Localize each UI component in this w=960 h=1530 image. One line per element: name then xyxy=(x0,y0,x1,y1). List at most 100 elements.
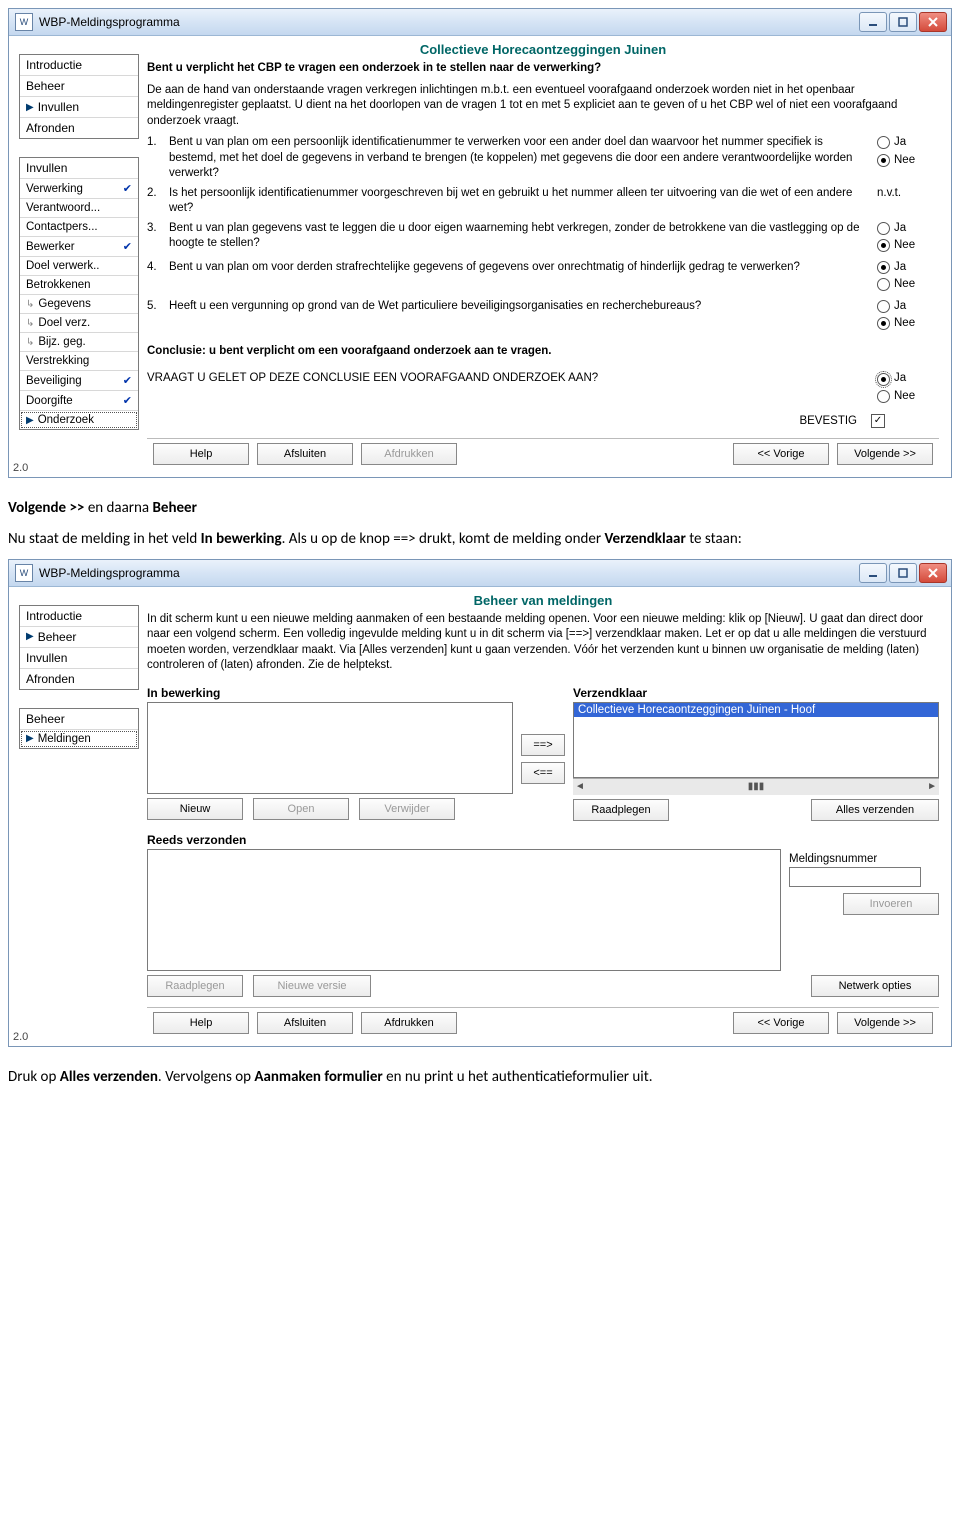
instruction-1: Volgende >> en daarna Beheer xyxy=(8,498,952,518)
final-ja[interactable]: Ja xyxy=(877,371,939,387)
afsluiten-button[interactable]: Afsluiten xyxy=(257,1012,353,1034)
final-nee[interactable]: Nee xyxy=(877,389,939,405)
netwerk-opties-button[interactable]: Netwerk opties xyxy=(811,975,939,997)
nav-main: Introductie ▶Beheer Invullen Afronden xyxy=(19,605,139,690)
nav-item-introductie[interactable]: Introductie xyxy=(20,606,138,627)
titlebar[interactable]: W WBP-Meldingsprogramma xyxy=(9,9,951,36)
q1-ja[interactable]: Ja xyxy=(877,135,939,151)
prev-button[interactable]: << Vorige xyxy=(733,1012,829,1034)
nav-item-beheer[interactable]: ▶Beheer xyxy=(20,627,138,648)
prev-button[interactable]: << Vorige xyxy=(733,443,829,465)
question-5: 5. Heeft u een vergunning op grond van d… xyxy=(147,299,939,334)
instruction-3: Druk op Alles verzenden. Vervolgens op A… xyxy=(8,1067,952,1087)
page-header: Beheer van meldingen xyxy=(147,591,939,612)
move-right-button[interactable]: ==> xyxy=(521,734,565,756)
nav-item-invullen[interactable]: ▶Invullen xyxy=(20,97,138,118)
nav-item-afronden[interactable]: Afronden xyxy=(20,669,138,689)
verwijder-button[interactable]: Verwijder xyxy=(359,798,455,820)
nav-item-invullen[interactable]: Invullen xyxy=(20,648,138,669)
nav-sub-beveiliging[interactable]: Beveiliging✔ xyxy=(20,371,138,391)
nav-item-introductie[interactable]: Introductie xyxy=(20,55,138,76)
raadplegen-button[interactable]: Raadplegen xyxy=(573,799,669,821)
check-icon: ✔ xyxy=(123,182,132,195)
q5-ja[interactable]: Ja xyxy=(877,299,939,315)
alles-verzenden-button[interactable]: Alles verzenden xyxy=(811,799,939,821)
open-button[interactable]: Open xyxy=(253,798,349,820)
nav-sub-bijzgeg[interactable]: ↳Bijz. geg. xyxy=(20,333,138,352)
afsluiten-button[interactable]: Afsluiten xyxy=(257,443,353,465)
nav-sub-meldingen[interactable]: ▶Meldingen xyxy=(20,730,138,748)
nav-main: Introductie Beheer ▶Invullen Afronden xyxy=(19,54,139,139)
nav-sub-onderzoek[interactable]: ▶Onderzoek xyxy=(20,411,138,429)
list-reeds-verzonden[interactable] xyxy=(147,849,781,971)
label-reeds-verzonden: Reeds verzonden xyxy=(147,833,939,847)
nav-sub-doelverwerk[interactable]: Doel verwerk.. xyxy=(20,257,138,276)
nieuw-button[interactable]: Nieuw xyxy=(147,798,243,820)
question-3: 3. Bent u van plan gegevens vast te legg… xyxy=(147,221,939,256)
window-title: WBP-Meldingsprogramma xyxy=(39,15,180,29)
list-verzendklaar[interactable]: Collectieve Horecaontzeggingen Juinen - … xyxy=(573,702,939,778)
q3-ja[interactable]: Ja xyxy=(877,221,939,237)
question-2: 2. Is het persoonlijk identificatienumme… xyxy=(147,186,939,217)
nav-sub-verantwoord[interactable]: Verantwoord... xyxy=(20,199,138,218)
meldingsnummer-input[interactable] xyxy=(789,867,921,887)
horizontal-scrollbar[interactable]: ◄▮▮▮► xyxy=(573,778,939,795)
help-button[interactable]: Help xyxy=(153,1012,249,1034)
minimize-button[interactable] xyxy=(859,563,887,583)
minimize-button[interactable] xyxy=(859,12,887,32)
version-label: 2.0 xyxy=(13,1031,28,1043)
close-button[interactable] xyxy=(919,12,947,32)
nav-sub-verwerking[interactable]: Verwerking✔ xyxy=(20,179,138,199)
next-button[interactable]: Volgende >> xyxy=(837,443,933,465)
help-button[interactable]: Help xyxy=(153,443,249,465)
subarrow-icon: ↳ xyxy=(26,337,34,348)
q3-nee[interactable]: Nee xyxy=(877,238,939,254)
nav-sub: Invullen Verwerking✔ Verantwoord... Cont… xyxy=(19,157,139,430)
close-button[interactable] xyxy=(919,563,947,583)
nav-sub-betrokkenen[interactable]: Betrokkenen xyxy=(20,276,138,295)
nav-sub-verstrekking[interactable]: Verstrekking xyxy=(20,352,138,371)
nav-item-beheer[interactable]: Beheer xyxy=(20,76,138,97)
nav-item-afronden[interactable]: Afronden xyxy=(20,118,138,138)
maximize-button[interactable] xyxy=(889,563,917,583)
arrow-right-icon: ▶ xyxy=(26,733,34,744)
label-meldingsnummer: Meldingsnummer xyxy=(789,853,939,865)
window-onderzoek: W WBP-Meldingsprogramma 2.0 Introductie … xyxy=(8,8,952,478)
confirm-label: BEVESTIG xyxy=(799,415,857,427)
final-question: VRAAGT U GELET OP DEZE CONCLUSIE EEN VOO… xyxy=(147,371,939,406)
nav-sub-contactpers[interactable]: Contactpers... xyxy=(20,218,138,237)
afdrukken-button[interactable]: Afdrukken xyxy=(361,1012,457,1034)
confirm-checkbox[interactable] xyxy=(871,414,885,428)
q4-nee[interactable]: Nee xyxy=(877,277,939,293)
invoeren-button[interactable]: Invoeren xyxy=(843,893,939,915)
subarrow-icon: ↳ xyxy=(26,299,34,310)
arrow-right-icon: ▶ xyxy=(26,631,34,642)
nav-sub-doorgifte[interactable]: Doorgifte✔ xyxy=(20,391,138,411)
conclusion: Conclusie: u bent verplicht om een voora… xyxy=(147,344,939,360)
nav-sub-doelverz[interactable]: ↳Doel verz. xyxy=(20,314,138,333)
list-in-bewerking[interactable] xyxy=(147,702,513,794)
list-item[interactable]: Collectieve Horecaontzeggingen Juinen - … xyxy=(574,703,938,717)
nav-sub-gegevens[interactable]: ↳Gegevens xyxy=(20,295,138,314)
intro-text: De aan de hand van onderstaande vragen v… xyxy=(147,83,939,130)
q5-nee[interactable]: Nee xyxy=(877,316,939,332)
question-title: Bent u verplicht het CBP te vragen een o… xyxy=(147,61,939,77)
scroll-right-icon[interactable]: ► xyxy=(927,781,937,792)
instruction-2: Nu staat de melding in het veld In bewer… xyxy=(8,529,952,549)
nieuwe-versie-button[interactable]: Nieuwe versie xyxy=(253,975,371,997)
raadplegen2-button[interactable]: Raadplegen xyxy=(147,975,243,997)
nav-sub-header: Beheer xyxy=(20,709,138,730)
maximize-button[interactable] xyxy=(889,12,917,32)
check-icon: ✔ xyxy=(123,374,132,387)
q1-nee[interactable]: Nee xyxy=(877,153,939,169)
titlebar[interactable]: W WBP-Meldingsprogramma xyxy=(9,560,951,587)
q2-nvt: n.v.t. xyxy=(877,187,901,199)
next-button[interactable]: Volgende >> xyxy=(837,1012,933,1034)
nav-sub-bewerker[interactable]: Bewerker✔ xyxy=(20,237,138,257)
move-left-button[interactable]: <== xyxy=(521,762,565,784)
afdrukken-button[interactable]: Afdrukken xyxy=(361,443,457,465)
scroll-left-icon[interactable]: ◄ xyxy=(575,781,585,792)
q4-ja[interactable]: Ja xyxy=(877,260,939,276)
arrow-right-icon: ▶ xyxy=(26,102,34,113)
nav-sub-header: Invullen xyxy=(20,158,138,179)
